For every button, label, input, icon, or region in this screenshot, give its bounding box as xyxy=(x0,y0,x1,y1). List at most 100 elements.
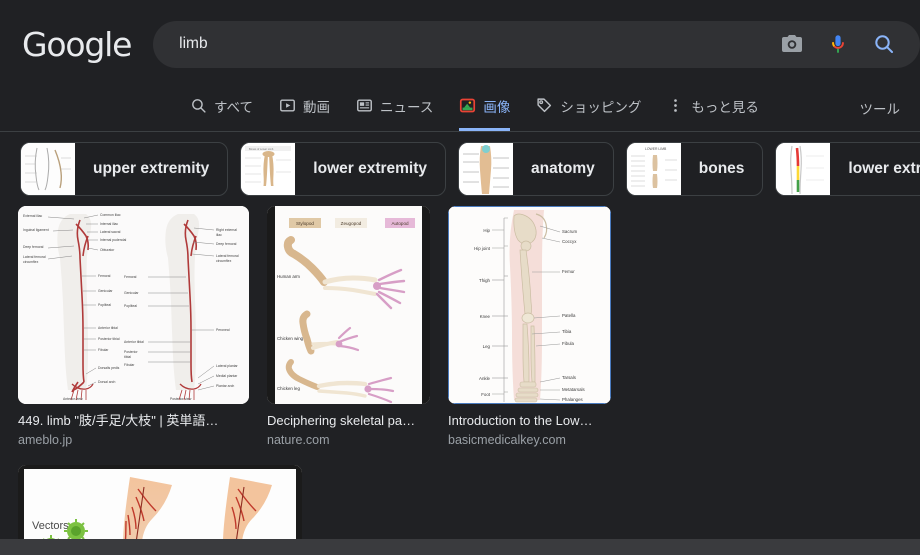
svg-text:Lateral femoral: Lateral femoral xyxy=(216,254,239,258)
related-chip-label: lower extremity xyxy=(313,160,428,177)
segment-label-zeugopod: Zeugopod xyxy=(341,221,362,226)
svg-text:circumflex: circumflex xyxy=(23,260,39,264)
svg-text:Dorsalis pedis: Dorsalis pedis xyxy=(98,366,120,370)
svg-text:Posterior tibial: Posterior tibial xyxy=(98,337,120,341)
search-submit-icon[interactable] xyxy=(872,32,896,56)
svg-text:Femoral: Femoral xyxy=(98,274,111,278)
svg-text:Obturator: Obturator xyxy=(100,248,115,252)
svg-text:Inguinal ligament: Inguinal ligament xyxy=(23,228,49,232)
lower-extremity-thumb: Bones of Lower Limb xyxy=(241,143,296,195)
google-logo[interactable]: Google xyxy=(22,25,132,64)
label-hip-joint: Hip joint xyxy=(474,246,491,251)
svg-text:External iliac: External iliac xyxy=(23,214,43,218)
tab-shopping-label: ショッピング xyxy=(560,99,642,115)
tab-all[interactable]: すべて xyxy=(190,89,253,131)
label-foot: Foot xyxy=(481,392,491,397)
tag-icon xyxy=(536,97,553,114)
label-leg: Leg xyxy=(483,344,491,349)
search-bar[interactable] xyxy=(153,20,920,68)
microphone-icon[interactable] xyxy=(826,32,850,56)
result-title[interactable]: 449. limb "肢/手足/大枝" | 英単語… xyxy=(18,413,249,429)
related-chip-bones[interactable]: LOWER LIMB bones xyxy=(625,142,764,196)
tab-images[interactable]: 画像 xyxy=(459,89,511,131)
image-result-card[interactable]: Stylopod Zeugopod Autopod Human arm Chic… xyxy=(267,206,430,447)
svg-text:circumflex: circumflex xyxy=(216,259,232,263)
svg-text:Popliteal: Popliteal xyxy=(98,303,111,307)
search-input[interactable] xyxy=(179,35,780,53)
svg-text:Genicular: Genicular xyxy=(124,291,139,295)
label-ankle: Ankle xyxy=(479,376,491,381)
svg-text:tibial: tibial xyxy=(124,355,131,359)
tab-videos[interactable]: 動画 xyxy=(279,89,330,131)
tab-news-label: ニュース xyxy=(380,99,434,115)
svg-text:Dorsal arch: Dorsal arch xyxy=(98,380,115,384)
related-chip-upper-extremity[interactable]: upper extremity xyxy=(20,142,229,196)
label-thigh: Thigh xyxy=(479,278,491,283)
svg-text:Internal iliac: Internal iliac xyxy=(100,222,118,226)
related-chip-lower-extremity[interactable]: Bones of Lower Limb lower extremity xyxy=(240,142,447,196)
label-tarsals: Tarsals xyxy=(562,375,577,380)
tab-more-label: もっと見る xyxy=(691,99,759,115)
svg-text:Peroneal: Peroneal xyxy=(216,328,230,332)
google-images-results-page: Google limb すべて 動画 ニュース 画像 ショッピング もっと見る … xyxy=(0,0,920,555)
label-phalanges: Phalanges xyxy=(562,397,584,402)
label-hip: Hip xyxy=(483,228,490,233)
svg-text:Fibular: Fibular xyxy=(98,348,109,352)
segment-label-autopod: Autopod xyxy=(391,221,409,226)
annotation-vectors: Vectors xyxy=(32,520,69,532)
lower-limb-skeleton-labeled-diagram[interactable]: Hip Hip joint Thigh Knee Leg Ankle Foot xyxy=(448,206,611,404)
svg-text:Deep femoral: Deep femoral xyxy=(23,245,44,249)
row-label-chicken-wing: Chicken wing xyxy=(277,336,304,341)
label-metatarsals: Metatarsals xyxy=(562,387,585,392)
svg-text:Lateral plantar: Lateral plantar xyxy=(216,364,239,368)
lower-extremities-thumb xyxy=(776,143,831,195)
related-chip-lower-extremities[interactable]: lower extremities xyxy=(775,142,920,196)
horizontal-scrollbar[interactable] xyxy=(0,539,920,555)
svg-text:Medial plantar: Medial plantar xyxy=(216,374,238,378)
svg-text:Bones of Lower Limb: Bones of Lower Limb xyxy=(249,147,274,151)
row-label-human-arm: Human arm xyxy=(277,274,300,279)
svg-text:Anterior view: Anterior view xyxy=(63,397,83,401)
svg-text:Femoral: Femoral xyxy=(124,275,137,279)
label-patella: Patella xyxy=(562,313,576,318)
related-chip-label: anatomy xyxy=(531,160,595,177)
image-result-card[interactable]: External iliac Inguinal ligament Deep fe… xyxy=(18,206,249,447)
svg-text:Internal pudendal: Internal pudendal xyxy=(100,238,126,242)
image-result-card[interactable]: Hip Hip joint Thigh Knee Leg Ankle Foot xyxy=(448,206,611,447)
svg-text:Plantar arch: Plantar arch xyxy=(216,384,234,388)
tab-news[interactable]: ニュース xyxy=(356,89,433,131)
svg-text:Genicular: Genicular xyxy=(98,289,113,293)
camera-icon[interactable] xyxy=(780,32,804,56)
label-tibia: Tibia xyxy=(562,329,572,334)
related-chip-label: upper extremity xyxy=(93,160,210,177)
related-chip-label: bones xyxy=(698,160,745,177)
segment-label-stylopod: Stylopod xyxy=(296,221,314,226)
tab-more[interactable]: もっと見る xyxy=(667,89,759,131)
upper-extremity-thumb xyxy=(21,143,75,195)
result-title[interactable]: Deciphering skeletal pa… xyxy=(267,413,430,429)
svg-text:Deep femoral: Deep femoral xyxy=(216,242,237,246)
leg-arteries-anterior-posterior-diagram[interactable]: External iliac Inguinal ligament Deep fe… xyxy=(18,206,249,404)
svg-text:Right external: Right external xyxy=(216,228,237,232)
search-icon xyxy=(190,97,207,114)
limb-skeleton-comparison-diagram[interactable]: Stylopod Zeugopod Autopod Human arm Chic… xyxy=(267,206,430,404)
bones-thumb: LOWER LIMB xyxy=(626,143,681,195)
tab-images-label: 画像 xyxy=(483,99,511,115)
tab-videos-label: 動画 xyxy=(303,99,331,115)
related-chip-anatomy[interactable]: anatomy xyxy=(458,142,614,196)
label-fibula: Fibula xyxy=(562,341,575,346)
tab-shopping[interactable]: ショッピング xyxy=(536,89,641,131)
result-source: ameblo.jp xyxy=(18,433,73,448)
anatomy-thumb xyxy=(459,143,514,195)
label-femur: Femur xyxy=(562,269,575,274)
result-title[interactable]: Introduction to the Low… xyxy=(448,413,611,429)
tab-all-label: すべて xyxy=(214,99,254,115)
related-searches-row: upper extremity Bones of Lower Limb lowe… xyxy=(0,132,920,206)
svg-text:LOWER LIMB: LOWER LIMB xyxy=(645,147,667,151)
svg-text:Fibular: Fibular xyxy=(124,363,135,367)
svg-text:Lateral sacral: Lateral sacral xyxy=(100,230,121,234)
row-label-chicken-leg: Chicken leg xyxy=(277,386,300,391)
search-bar-icons xyxy=(780,32,902,56)
tools-button[interactable]: ツール xyxy=(860,98,901,131)
svg-text:Posterior view: Posterior view xyxy=(170,397,192,401)
